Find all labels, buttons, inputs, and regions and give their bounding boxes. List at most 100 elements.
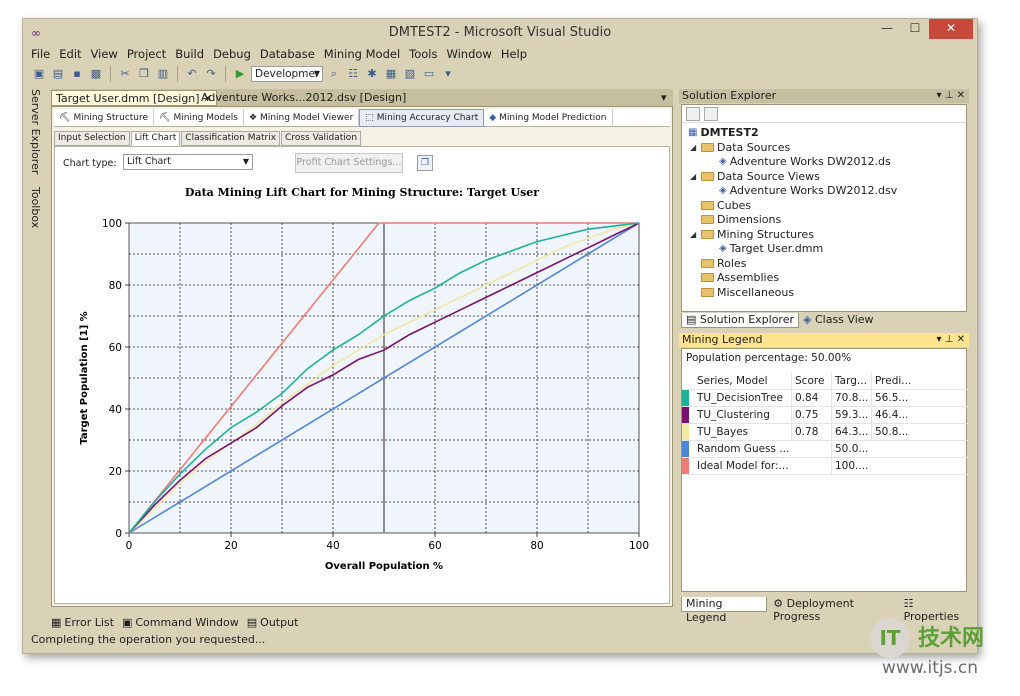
tree-item[interactable]: Assemblies xyxy=(690,271,779,284)
tree-root[interactable]: ▦ DMTEST2 xyxy=(688,126,759,139)
tree-item-label: Adventure Works DW2012.ds xyxy=(729,155,891,168)
folder-icon xyxy=(701,273,714,282)
save-icon[interactable]: ▪ xyxy=(69,66,85,82)
legend-target: 70.8... xyxy=(831,390,871,406)
doc-tab-dropdown-icon[interactable]: ▾ xyxy=(657,90,671,106)
tree-item[interactable]: ◢ Mining Structures xyxy=(690,228,814,241)
redo-icon[interactable]: ↷ xyxy=(203,66,219,82)
tab-output[interactable]: ▤ Output xyxy=(247,614,299,630)
doc-tab-target-user[interactable]: Target User.dmm [Design] ✕ xyxy=(51,90,218,106)
legend-col-target[interactable]: Targ... xyxy=(831,373,871,389)
toolbox-icon[interactable]: ▧ xyxy=(402,66,418,82)
maximize-button[interactable]: ☐ xyxy=(901,19,929,39)
expander-icon[interactable]: ◢ xyxy=(690,172,698,181)
solution-configuration-combo[interactable]: Developmer ▼ xyxy=(251,66,323,82)
save-all-icon[interactable]: ▩ xyxy=(88,66,104,82)
y-tick-label: 40 xyxy=(109,404,122,416)
open-file-icon[interactable]: ▤ xyxy=(50,66,66,82)
server-explorer-icon[interactable]: ▦ xyxy=(383,66,399,82)
tab-solution-explorer[interactable]: ▤ Solution Explorer xyxy=(681,313,799,328)
undo-icon[interactable]: ↶ xyxy=(184,66,200,82)
tree-item[interactable]: Cubes xyxy=(690,199,751,212)
tab-properties[interactable]: ☷ Properties xyxy=(904,597,969,623)
close-button[interactable]: ✕ xyxy=(929,19,973,39)
subtab-classification-matrix[interactable]: Classification Matrix xyxy=(181,131,281,146)
legend-col-score[interactable]: Score xyxy=(791,373,831,389)
toolbar-options-icon[interactable]: ▾ xyxy=(440,66,456,82)
tab-command-window[interactable]: ▣ Command Window xyxy=(122,614,239,630)
close-icon[interactable]: ✕ xyxy=(957,90,965,101)
pin-icon[interactable]: ⊥ xyxy=(945,334,954,345)
menu-build[interactable]: Build xyxy=(175,47,204,63)
tab-error-list[interactable]: ▦ Error List xyxy=(51,614,114,630)
legend-col-predict[interactable]: Predi... xyxy=(871,373,911,389)
solution-explorer-icon: ▤ xyxy=(686,313,700,326)
close-icon[interactable]: ✕ xyxy=(957,334,965,345)
tree-item[interactable]: ◈ Adventure Works DW2012.ds xyxy=(708,155,891,168)
paste-icon[interactable]: ▥ xyxy=(155,66,171,82)
tree-item[interactable]: Roles xyxy=(690,257,746,270)
menu-debug[interactable]: Debug xyxy=(213,47,251,63)
legend-score: 0.84 xyxy=(791,390,831,406)
doc-tab-adventure-works[interactable]: Adventure Works...2012.dsv [Design] xyxy=(197,90,410,106)
tab-mining-model-viewer[interactable]: ❖ Mining Model Viewer xyxy=(244,109,360,127)
menu-project[interactable]: Project xyxy=(127,47,166,63)
menu-file[interactable]: File xyxy=(31,47,50,63)
menu-help[interactable]: Help xyxy=(501,47,527,63)
cut-icon[interactable]: ✂ xyxy=(117,66,133,82)
menu-tools[interactable]: Tools xyxy=(409,47,437,63)
legend-row[interactable]: TU_DecisionTree 0.84 70.8... 56.5... xyxy=(682,390,968,407)
properties-icon[interactable]: ☷ xyxy=(345,66,361,82)
minimize-button[interactable]: — xyxy=(873,19,901,39)
tools-icon[interactable]: ✱ xyxy=(364,66,380,82)
view-code-icon[interactable] xyxy=(704,107,718,121)
profit-chart-settings-button[interactable]: Profit Chart Settings... xyxy=(295,153,403,173)
menu-view[interactable]: View xyxy=(91,47,118,63)
copy-icon[interactable]: ❐ xyxy=(136,66,152,82)
subtab-input-selection[interactable]: Input Selection xyxy=(54,131,130,146)
tree-item[interactable]: ◈ Adventure Works DW2012.dsv xyxy=(708,184,897,197)
menu-database[interactable]: Database xyxy=(260,47,315,63)
item-icon: ◈ xyxy=(719,156,727,167)
window-icon[interactable]: ▭ xyxy=(421,66,437,82)
mining-designer: ⛏ Mining Structure ⛏ Mining Models ❖ Mining… xyxy=(51,106,673,607)
legend-row[interactable]: Ideal Model for:... 100.... xyxy=(682,458,968,475)
tab-deployment-progress[interactable]: ⚙ Deployment Progress xyxy=(773,597,897,623)
properties-icon[interactable] xyxy=(686,107,700,121)
subtab-lift-chart[interactable]: Lift Chart xyxy=(130,131,181,146)
new-project-icon[interactable]: ▣ xyxy=(31,66,47,82)
tree-item[interactable]: ◢ Data Sources xyxy=(690,141,790,154)
legend-row[interactable]: Random Guess ... 50.0... xyxy=(682,441,968,458)
tab-mining-legend[interactable]: Mining Legend xyxy=(681,597,768,624)
chevron-down-icon: ▼ xyxy=(242,157,249,166)
tab-mining-accuracy-chart[interactable]: ⬚ Mining Accuracy Chart xyxy=(359,109,485,127)
menu-edit[interactable]: Edit xyxy=(59,47,81,63)
menu-window[interactable]: Window xyxy=(446,47,491,63)
subtab-cross-validation[interactable]: Cross Validation xyxy=(281,131,362,146)
y-tick-label: 80 xyxy=(109,280,122,292)
dropdown-icon[interactable]: ▾ xyxy=(936,334,941,345)
tree-item[interactable]: ◈ Target User.dmm xyxy=(708,242,823,255)
expander-icon[interactable]: ◢ xyxy=(690,143,698,152)
start-icon[interactable]: ▶ xyxy=(232,66,248,82)
pin-icon[interactable]: ⊥ xyxy=(945,90,954,101)
dropdown-icon[interactable]: ▾ xyxy=(936,90,941,101)
expander-icon[interactable]: ◢ xyxy=(690,230,698,239)
legend-row[interactable]: TU_Clustering 0.75 59.3... 46.4... xyxy=(682,407,968,424)
tree-item[interactable]: Miscellaneous xyxy=(690,286,794,299)
tree-item[interactable]: ◢ Data Source Views xyxy=(690,170,820,183)
tree-item[interactable]: Dimensions xyxy=(690,213,781,226)
tab-class-view[interactable]: ◈ Class View xyxy=(799,313,878,328)
tab-mining-model-prediction[interactable]: ◆ Mining Model Prediction xyxy=(484,109,613,127)
tab-mining-structure[interactable]: ⛏ Mining Structure xyxy=(54,109,155,127)
tab-mining-models[interactable]: ⛏ Mining Models xyxy=(154,109,244,127)
legend-row[interactable]: TU_Bayes 0.78 64.3... 50.8... xyxy=(682,424,968,441)
find-icon[interactable]: ⌕ xyxy=(326,66,342,82)
toolbox-tab[interactable]: Toolbox xyxy=(29,187,42,228)
legend-swatch xyxy=(682,441,689,457)
legend-col-series[interactable]: Series, Model xyxy=(694,373,791,389)
copy-chart-icon[interactable]: ❐ xyxy=(417,155,433,171)
server-explorer-tab[interactable]: Server Explorer xyxy=(29,89,42,174)
chart-type-select[interactable]: Lift Chart ▼ xyxy=(123,154,253,170)
menu-mining-model[interactable]: Mining Model xyxy=(324,47,400,63)
